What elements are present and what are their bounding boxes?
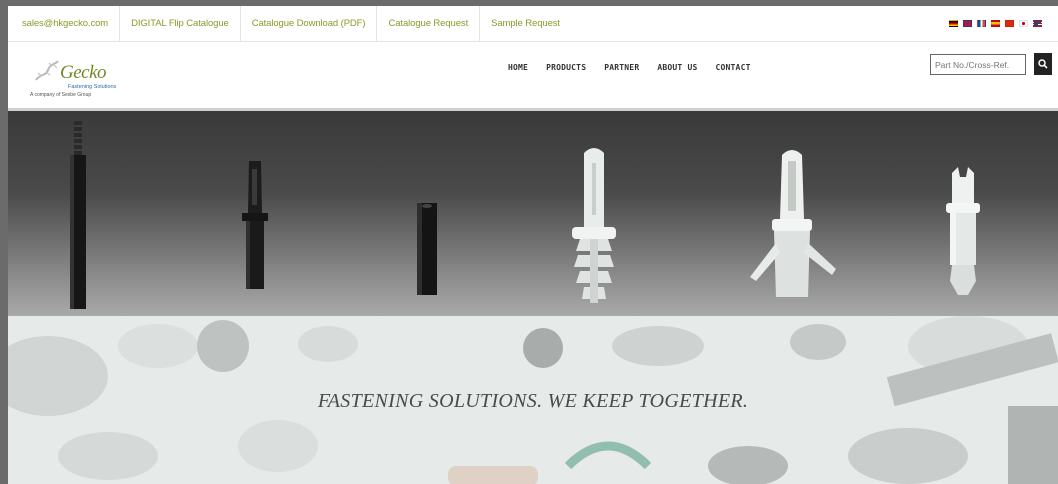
- logo-group: A company of Sesbe Group: [30, 92, 92, 98]
- product-banner: [8, 108, 1058, 316]
- logo-name: Gecko: [60, 62, 107, 83]
- top-bar: sales@hkgecko.com DIGITAL Flip Catalogue…: [8, 6, 1058, 42]
- search-button[interactable]: [1034, 53, 1052, 75]
- header: Gecko Fastening Solutions A company of S…: [8, 42, 1058, 108]
- page: sales@hkgecko.com DIGITAL Flip Catalogue…: [8, 6, 1058, 484]
- snap-lock-standoff-image: [242, 161, 268, 289]
- gecko-logo-icon: [35, 60, 59, 81]
- hero-section: FASTENING SOLUTIONS. WE KEEP TOGETHER.: [8, 316, 1058, 484]
- top-links: sales@hkgecko.com DIGITAL Flip Catalogue…: [8, 6, 571, 42]
- main-nav: HOME PRODUCTS PARTNER ABOUT US CONTACT: [508, 42, 751, 92]
- nav-products[interactable]: PRODUCTS: [546, 63, 586, 72]
- search-input[interactable]: [930, 54, 1026, 75]
- natural-pcb-support-image: [946, 167, 980, 295]
- flag-gb-icon[interactable]: [963, 20, 972, 27]
- email-link[interactable]: sales@hkgecko.com: [8, 6, 121, 42]
- flag-es-icon[interactable]: [991, 20, 1000, 27]
- nav-about-us[interactable]: ABOUT US: [657, 63, 697, 72]
- nav-contact[interactable]: CONTACT: [715, 63, 750, 72]
- hero-tagline: FASTENING SOLUTIONS. WE KEEP TOGETHER.: [317, 390, 749, 412]
- nylon-fir-tree-support-image: [572, 148, 616, 303]
- catalogue-request-link[interactable]: Catalogue Request: [377, 6, 481, 42]
- sample-request-link[interactable]: Sample Request: [480, 6, 571, 42]
- nav-home[interactable]: HOME: [508, 63, 528, 72]
- hex-standoff-threaded-image: [70, 121, 86, 309]
- language-flags: [949, 20, 1042, 27]
- catalogue-download-link[interactable]: Catalogue Download (PDF): [241, 6, 378, 42]
- flag-jp-icon[interactable]: [1019, 20, 1028, 27]
- flag-fr-icon[interactable]: [977, 20, 986, 27]
- search-icon: [1038, 59, 1048, 69]
- digital-flip-catalogue-link[interactable]: DIGITAL Flip Catalogue: [120, 6, 241, 42]
- winged-support-image: [750, 150, 836, 297]
- flag-de-icon[interactable]: [949, 20, 958, 27]
- flag-cn-icon[interactable]: [1005, 20, 1014, 27]
- logo-tagline: Fastening Solutions: [68, 84, 117, 90]
- logo[interactable]: Gecko Fastening Solutions A company of S…: [24, 52, 134, 102]
- flag-us-icon[interactable]: [1033, 20, 1042, 27]
- nav-partner[interactable]: PARTNER: [604, 63, 639, 72]
- hex-spacer-image: [417, 203, 437, 295]
